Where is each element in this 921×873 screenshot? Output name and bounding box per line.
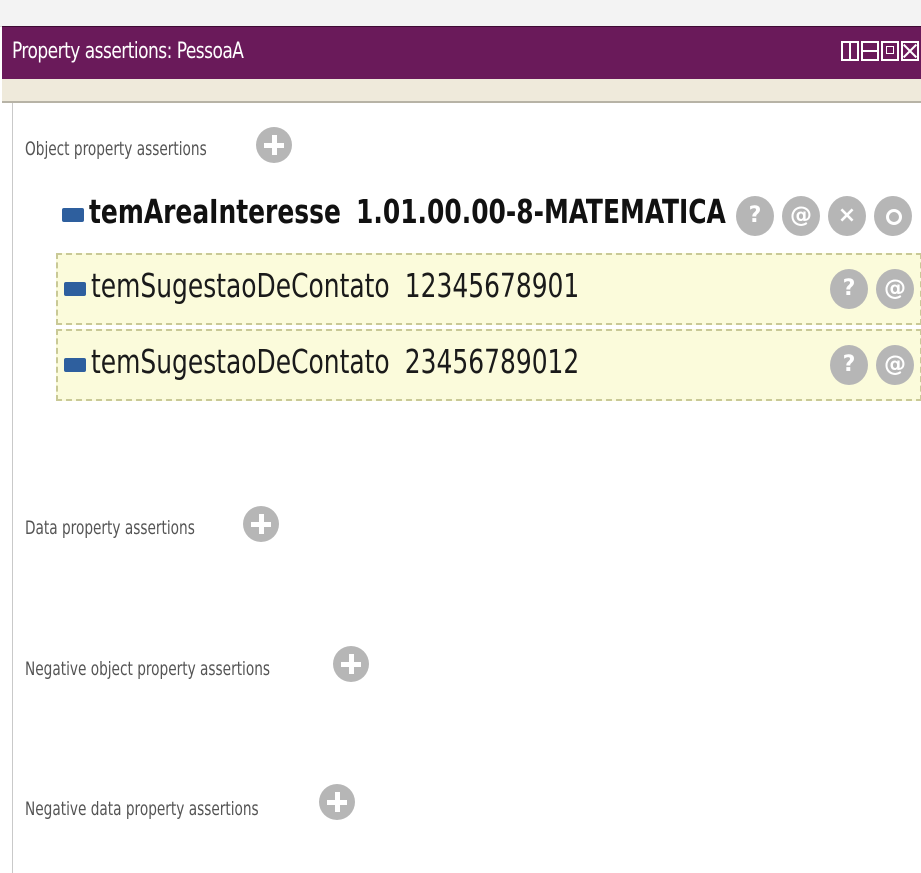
negative-object-property-assertions-label: Negative object property assertions [25, 658, 271, 680]
delete-button[interactable]: × [828, 196, 866, 236]
assertion-text: temAreaInteresse 1.01.00.00-8-MATEMATICA [89, 192, 726, 231]
object-property-icon [64, 282, 86, 296]
panel-toolbar-band [2, 79, 921, 103]
object-property-icon [62, 208, 84, 222]
negative-data-property-assertions-label: Negative data property assertions [25, 798, 259, 820]
annotate-button[interactable]: @ [782, 196, 820, 236]
assertion-text: temSugestaoDeContato 12345678901 [91, 266, 579, 305]
annotate-button[interactable]: @ [876, 269, 914, 309]
annotate-button[interactable]: @ [876, 345, 914, 385]
edit-button[interactable] [874, 196, 912, 236]
assertions-content: Object property assertions temAreaIntere… [12, 103, 921, 873]
add-negative-object-property-assertion-button[interactable] [333, 646, 369, 682]
add-data-property-assertion-button[interactable] [243, 506, 279, 542]
object-property-icon [64, 358, 86, 372]
horizontal-split-icon[interactable] [861, 41, 879, 61]
explain-button[interactable]: ? [830, 345, 868, 385]
add-negative-data-property-assertion-button[interactable] [319, 784, 355, 820]
property-value: 23456789012 [404, 342, 580, 381]
panel-title: Property assertions: PessoaA [12, 39, 244, 64]
property-name: temAreaInteresse [89, 192, 341, 231]
property-value: 12345678901 [404, 266, 580, 305]
property-value: 1.01.00.00-8-MATEMATICA [356, 192, 726, 231]
add-object-property-assertion-button[interactable] [256, 127, 292, 163]
explain-button[interactable]: ? [736, 196, 774, 236]
window-controls [841, 41, 919, 61]
split-view-icon[interactable] [841, 41, 859, 61]
panel-title-bar: Property assertions: PessoaA [2, 26, 921, 80]
property-name: temSugestaoDeContato [91, 342, 390, 381]
close-icon[interactable] [901, 41, 919, 61]
property-name: temSugestaoDeContato [91, 266, 390, 305]
object-property-assertions-label: Object property assertions [25, 138, 207, 160]
inferred-assertion-row[interactable]: temSugestaoDeContato 12345678901 ? @ [56, 253, 921, 325]
inferred-assertion-row[interactable]: temSugestaoDeContato 23456789012 ? @ [56, 329, 921, 401]
maximize-icon[interactable] [881, 41, 899, 61]
assertion-text: temSugestaoDeContato 23456789012 [91, 342, 579, 381]
top-strip [0, 0, 921, 27]
data-property-assertions-label: Data property assertions [25, 517, 195, 539]
explain-button[interactable]: ? [830, 269, 868, 309]
assertion-row[interactable]: temAreaInteresse 1.01.00.00-8-MATEMATICA … [56, 179, 921, 251]
